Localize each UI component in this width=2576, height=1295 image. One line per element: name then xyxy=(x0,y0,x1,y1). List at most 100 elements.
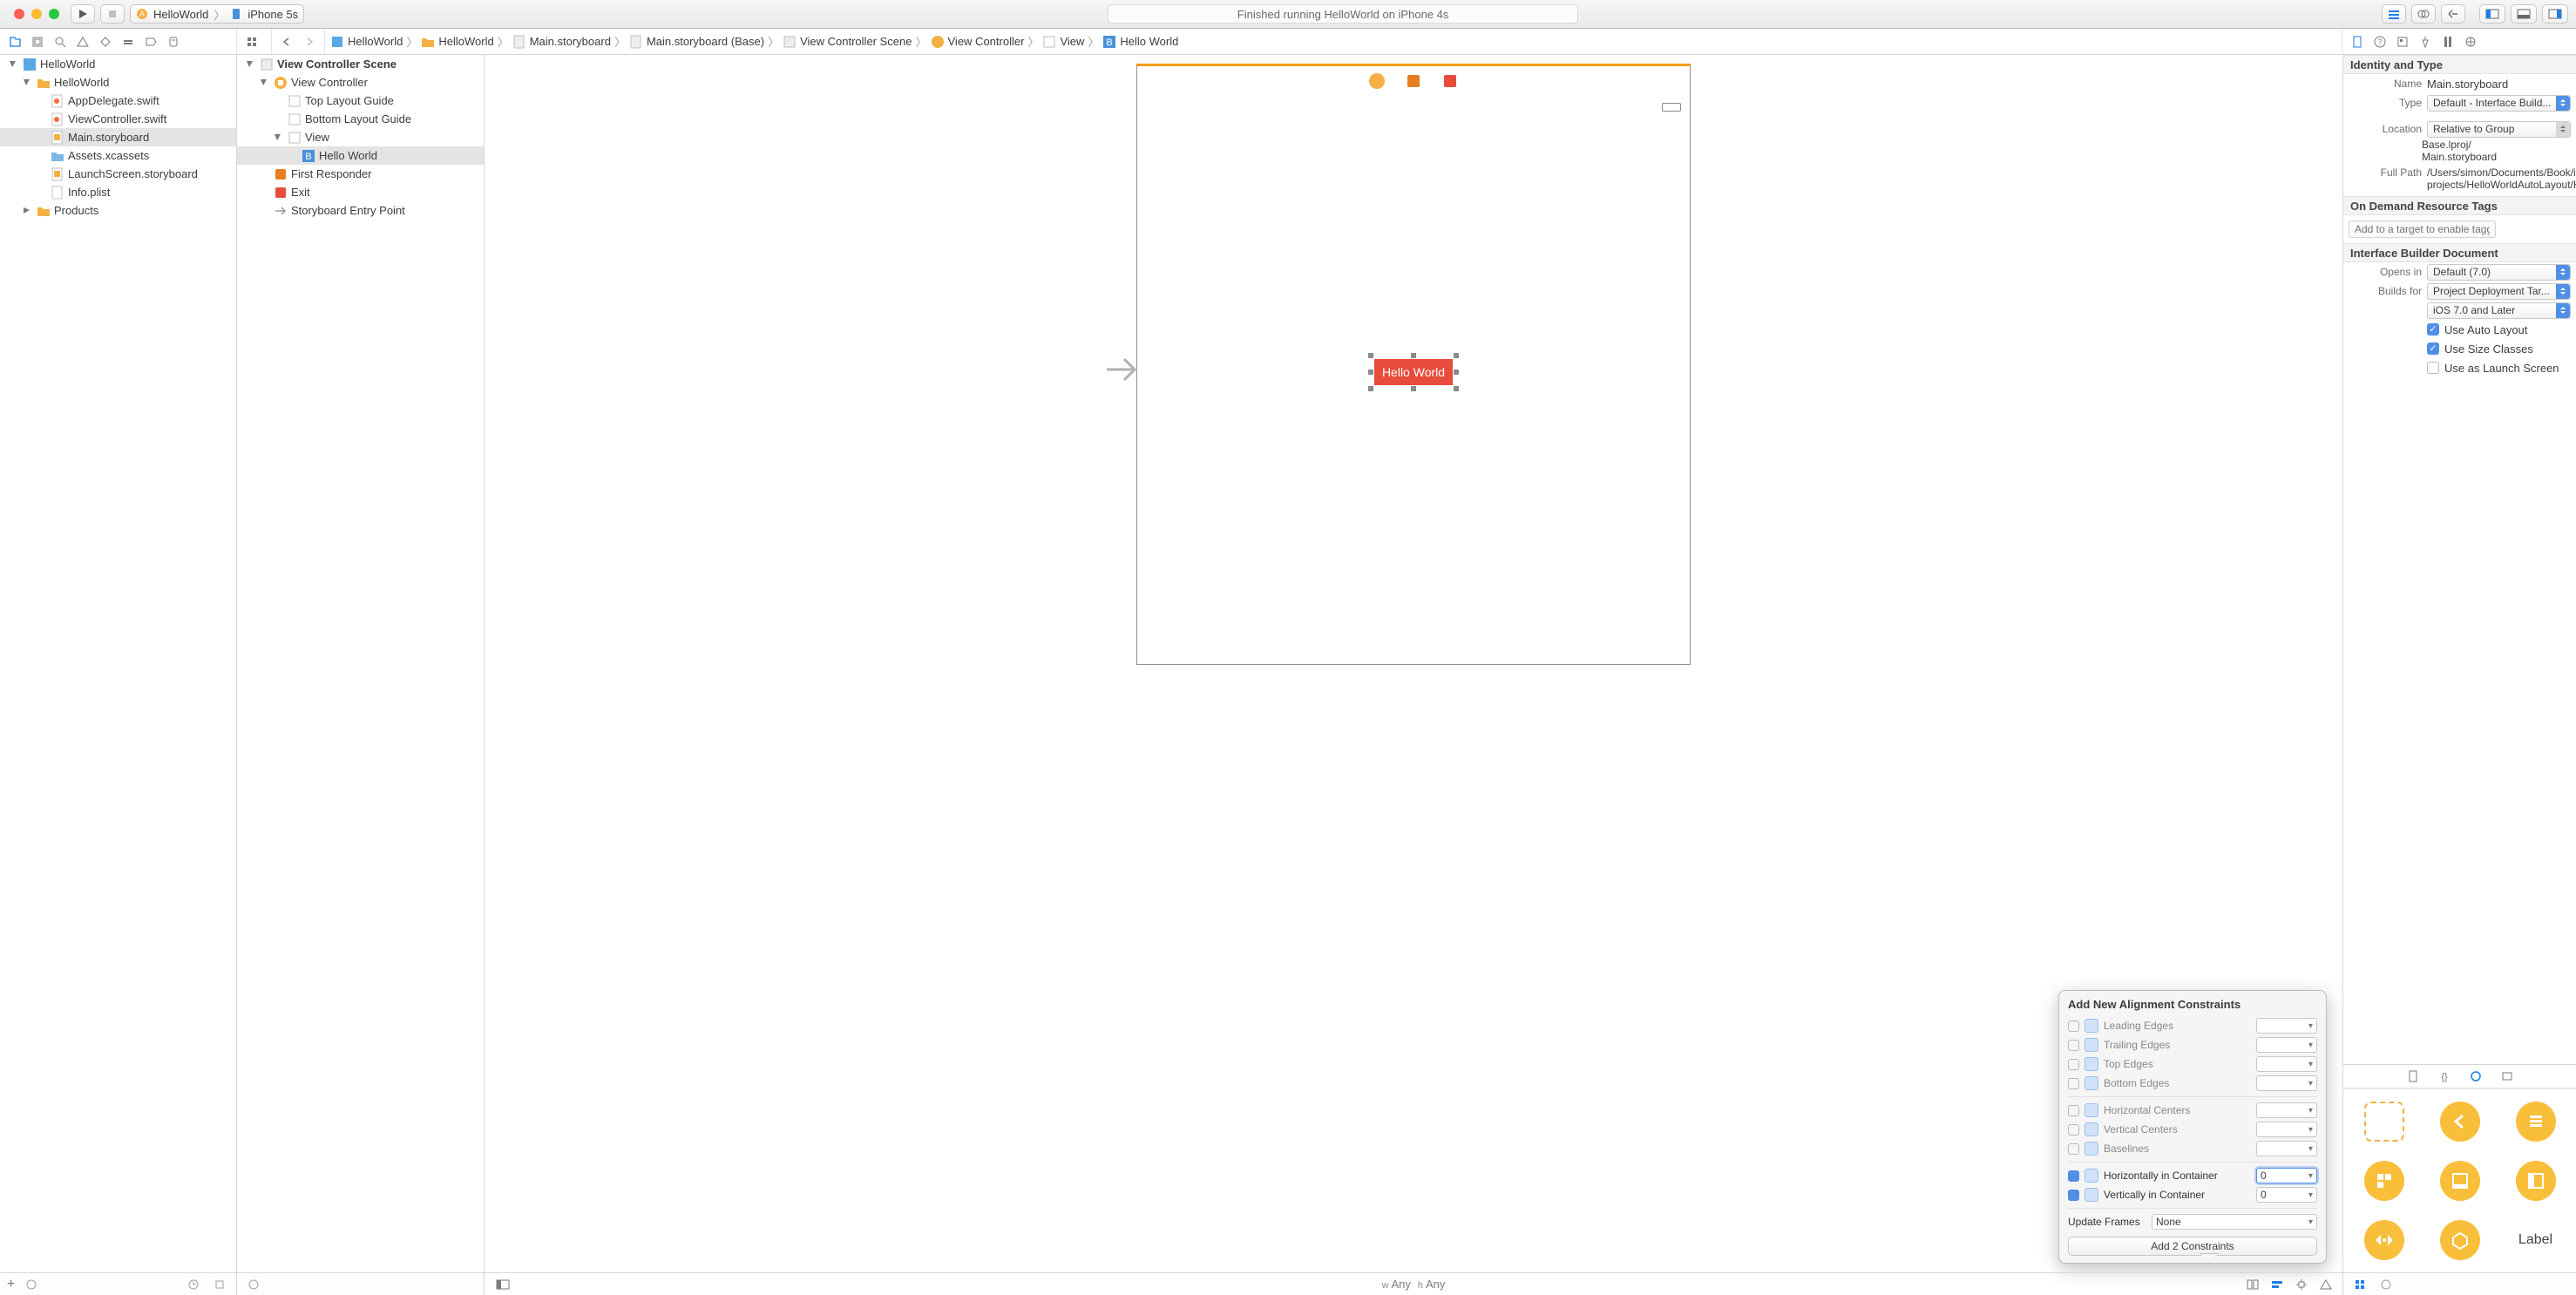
scene-frame[interactable]: Hello World xyxy=(1136,64,1691,665)
trailing-checkbox[interactable] xyxy=(2068,1040,2079,1051)
lib-pageviewcontroller[interactable] xyxy=(2347,1211,2421,1269)
lib-viewcontroller[interactable] xyxy=(2347,1093,2421,1150)
leading-value[interactable] xyxy=(2256,1018,2317,1034)
quick-help-inspector-icon[interactable]: ? xyxy=(2370,32,2390,51)
align-icon[interactable] xyxy=(2268,1275,2287,1294)
editor-assistant-button[interactable] xyxy=(2411,4,2436,24)
entry-point-node[interactable]: Storyboard Entry Point xyxy=(237,201,484,220)
baselines-value[interactable] xyxy=(2256,1141,2317,1156)
close-window-icon[interactable] xyxy=(14,9,24,19)
lib-glkitviewcontroller[interactable] xyxy=(2423,1211,2497,1269)
leading-checkbox[interactable] xyxy=(2068,1020,2079,1032)
hcontainer-checkbox[interactable] xyxy=(2068,1170,2079,1182)
label-node-selected[interactable]: B Hello World xyxy=(237,146,484,165)
toggle-debug-button[interactable] xyxy=(2511,4,2537,24)
issue-navigator-icon[interactable] xyxy=(73,32,92,51)
file-node-selected[interactable]: Main.storyboard xyxy=(0,128,236,146)
hcenter-value[interactable] xyxy=(2256,1102,2317,1118)
sizeclasses-checkbox[interactable] xyxy=(2427,342,2439,355)
library-grid-view-icon[interactable] xyxy=(2350,1275,2369,1294)
identity-inspector-icon[interactable] xyxy=(2393,32,2412,51)
vcontainer-checkbox[interactable] xyxy=(2068,1190,2079,1201)
lib-tableviewcontroller[interactable] xyxy=(2498,1093,2573,1150)
symbol-navigator-icon[interactable] xyxy=(28,32,47,51)
view-node[interactable]: View xyxy=(237,128,484,146)
first-responder-node[interactable]: First Responder xyxy=(237,165,484,183)
debug-navigator-icon[interactable] xyxy=(119,32,138,51)
top-value[interactable] xyxy=(2256,1056,2317,1072)
scene-node[interactable]: View Controller Scene xyxy=(237,55,484,73)
project-navigator-icon[interactable] xyxy=(5,32,24,51)
lib-navcontroller[interactable] xyxy=(2423,1093,2497,1150)
exit-dock-icon[interactable] xyxy=(1442,73,1458,89)
file-node[interactable]: AppDelegate.swift xyxy=(0,92,236,110)
vcontainer-value[interactable]: 0 xyxy=(2256,1187,2317,1203)
lib-collectionviewcontroller[interactable] xyxy=(2347,1152,2421,1210)
hcenter-checkbox[interactable] xyxy=(2068,1105,2079,1116)
crumb-4[interactable]: View Controller Scene xyxy=(800,35,912,48)
toggle-utilities-button[interactable] xyxy=(2542,4,2568,24)
file-node[interactable]: ViewController.swift xyxy=(0,110,236,128)
size-class-w[interactable]: Any xyxy=(1392,1278,1411,1291)
size-inspector-icon[interactable] xyxy=(2438,32,2457,51)
file-node[interactable]: Assets.xcassets xyxy=(0,146,236,165)
toggle-navigator-button[interactable] xyxy=(2479,4,2505,24)
exit-node[interactable]: Exit xyxy=(237,183,484,201)
related-items-icon[interactable] xyxy=(242,32,261,51)
pin-icon[interactable] xyxy=(2292,1275,2311,1294)
baselines-checkbox[interactable] xyxy=(2068,1143,2079,1155)
name-field-value[interactable]: Main.storyboard xyxy=(2427,78,2571,91)
resolve-issues-icon[interactable] xyxy=(2316,1275,2335,1294)
products-node[interactable]: Products xyxy=(0,201,236,220)
buildsfor-select[interactable]: Project Deployment Tar... xyxy=(2427,283,2571,300)
bottom-value[interactable] xyxy=(2256,1075,2317,1091)
crumb-1[interactable]: HelloWorld xyxy=(438,35,493,48)
launchscreen-checkbox[interactable] xyxy=(2427,362,2439,374)
toggle-outline-icon[interactable] xyxy=(493,1275,512,1294)
minimize-window-icon[interactable] xyxy=(31,9,42,19)
file-node[interactable]: Info.plist xyxy=(0,183,236,201)
crumb-5[interactable]: View Controller xyxy=(948,35,1025,48)
go-forward-icon[interactable] xyxy=(300,32,319,51)
lib-splitviewcontroller[interactable] xyxy=(2498,1152,2573,1210)
crumb-6[interactable]: View xyxy=(1060,35,1084,48)
file-template-library-icon[interactable] xyxy=(2403,1067,2423,1086)
run-button[interactable] xyxy=(71,4,95,24)
bottom-checkbox[interactable] xyxy=(2068,1078,2079,1089)
hcontainer-value[interactable]: 0 xyxy=(2256,1168,2317,1183)
deployment-select[interactable]: iOS 7.0 and Later xyxy=(2427,302,2571,319)
layoutguide-node[interactable]: Top Layout Guide xyxy=(237,92,484,110)
crumb-0[interactable]: HelloWorld xyxy=(348,35,403,48)
odr-tags-input[interactable] xyxy=(2349,220,2496,238)
stack-icon[interactable] xyxy=(2243,1275,2262,1294)
autolayout-checkbox[interactable] xyxy=(2427,323,2439,336)
filter-outline-icon[interactable] xyxy=(244,1275,263,1294)
editor-standard-button[interactable] xyxy=(2382,4,2406,24)
lib-tabbarcontroller[interactable] xyxy=(2423,1152,2497,1210)
opensin-select[interactable]: Default (7.0) xyxy=(2427,264,2571,281)
connections-inspector-icon[interactable] xyxy=(2461,32,2480,51)
object-library-icon[interactable] xyxy=(2466,1067,2485,1086)
filter-icon[interactable] xyxy=(22,1275,41,1294)
breakpoint-navigator-icon[interactable] xyxy=(141,32,160,51)
vcenter-checkbox[interactable] xyxy=(2068,1124,2079,1136)
viewcontroller-node[interactable]: View Controller xyxy=(237,73,484,92)
project-node[interactable]: HelloWorld xyxy=(0,55,236,73)
lib-label[interactable]: Label xyxy=(2498,1211,2573,1269)
layoutguide-node[interactable]: Bottom Layout Guide xyxy=(237,110,484,128)
attributes-inspector-icon[interactable] xyxy=(2416,32,2435,51)
group-node[interactable]: HelloWorld xyxy=(0,73,236,92)
zoom-window-icon[interactable] xyxy=(49,9,59,19)
find-navigator-icon[interactable] xyxy=(51,32,70,51)
report-navigator-icon[interactable] xyxy=(164,32,183,51)
scm-status-icon[interactable] xyxy=(210,1275,229,1294)
go-back-icon[interactable] xyxy=(277,32,296,51)
file-node[interactable]: LaunchScreen.storyboard xyxy=(0,165,236,183)
media-library-icon[interactable] xyxy=(2498,1067,2517,1086)
code-snippet-library-icon[interactable]: {} xyxy=(2435,1067,2454,1086)
location-select[interactable]: Relative to Group xyxy=(2427,121,2571,138)
test-navigator-icon[interactable] xyxy=(96,32,115,51)
editor-version-button[interactable] xyxy=(2441,4,2465,24)
library-filter-icon[interactable] xyxy=(2376,1275,2396,1294)
crumb-2[interactable]: Main.storyboard xyxy=(530,35,611,48)
